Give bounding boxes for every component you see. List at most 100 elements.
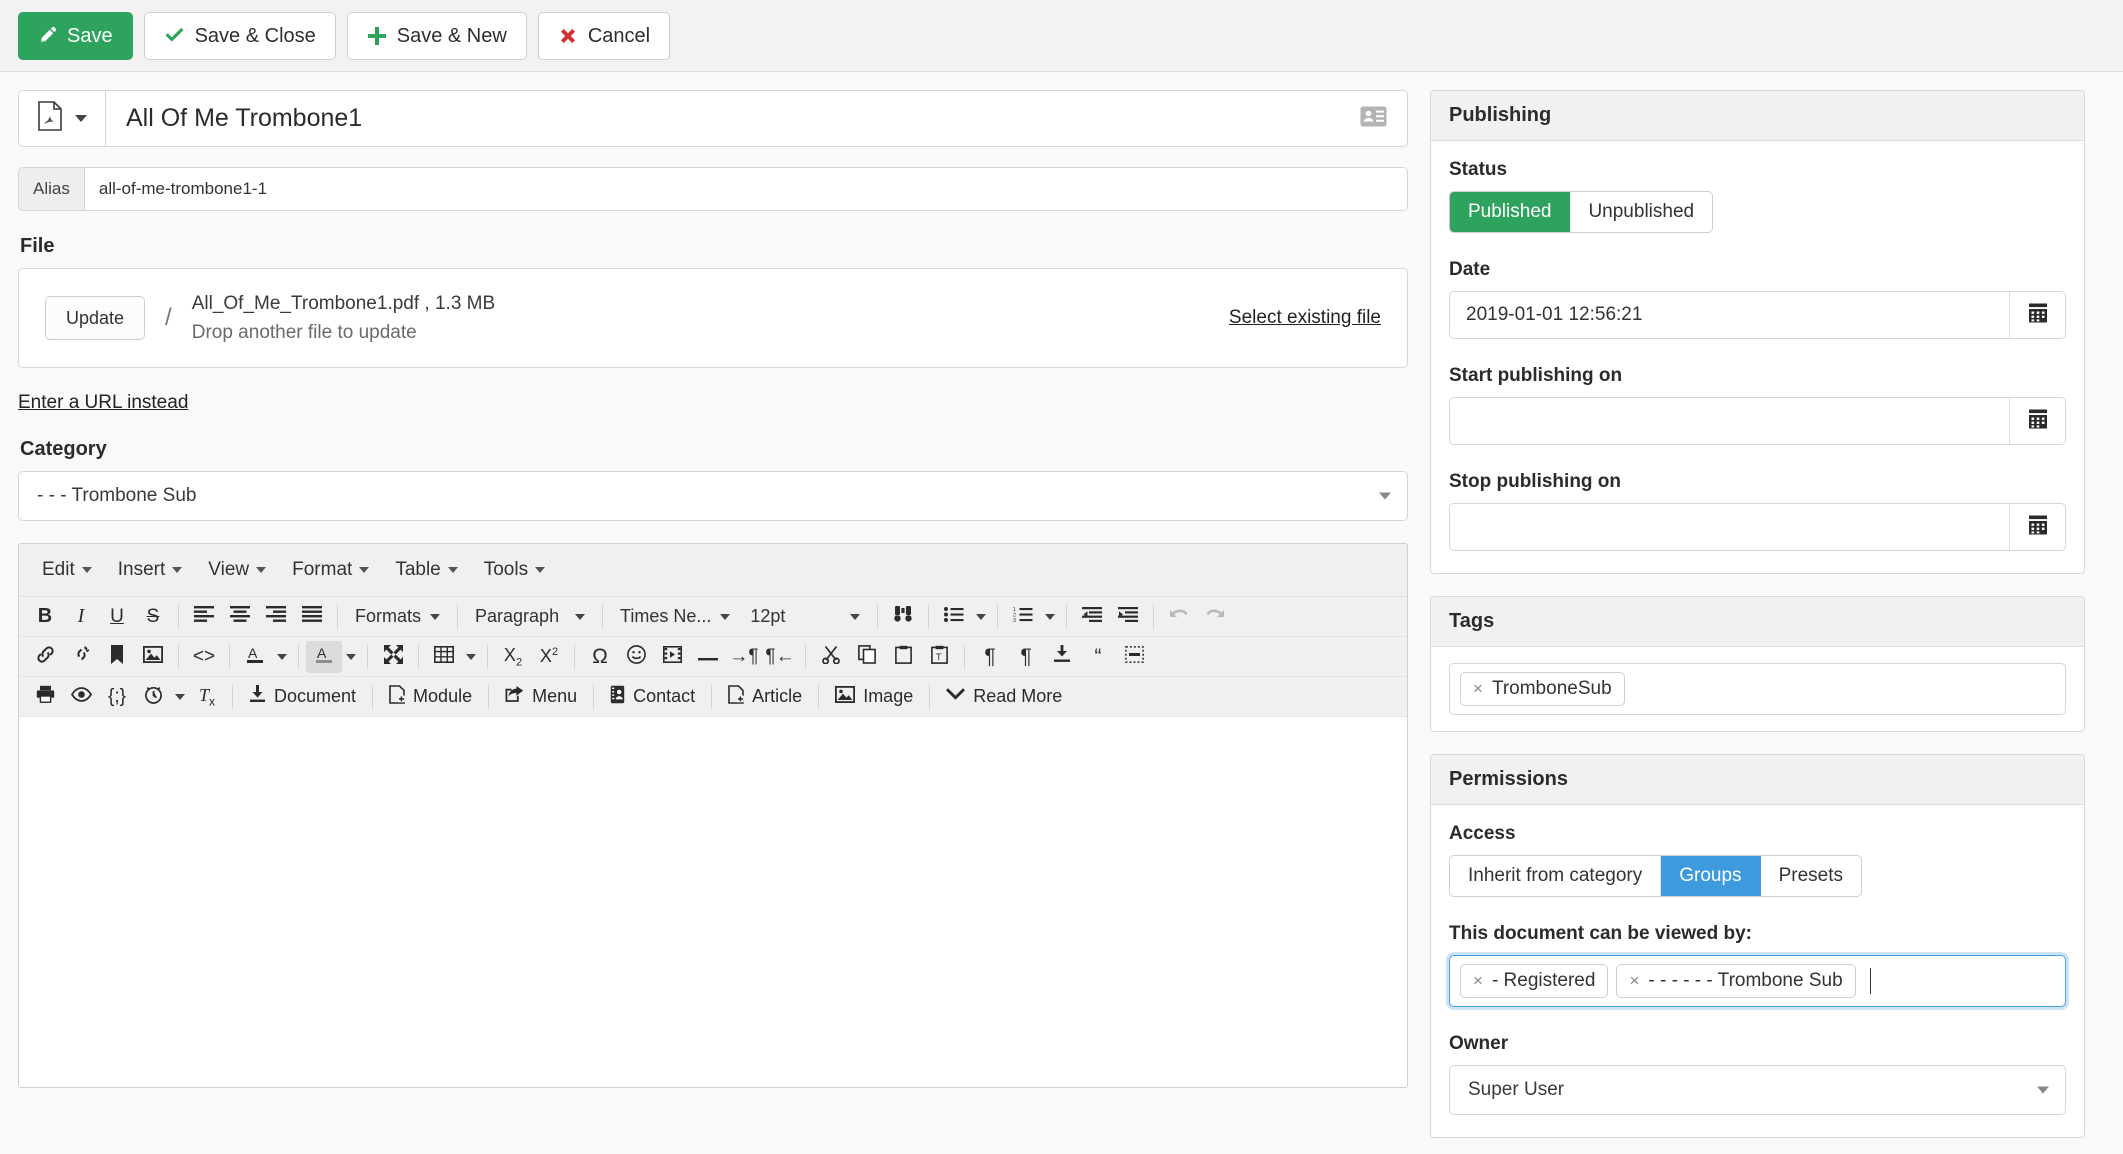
insert-template-button[interactable] bbox=[1044, 641, 1080, 673]
indent-button[interactable] bbox=[1110, 601, 1146, 633]
insert-table-button[interactable] bbox=[426, 641, 462, 673]
viewers-input-box[interactable]: × - Registered × - - - - - - Trombone Su… bbox=[1449, 955, 2066, 1007]
insert-document-button[interactable]: Document bbox=[240, 681, 365, 713]
cancel-button[interactable]: Cancel bbox=[537, 11, 671, 60]
date-input[interactable] bbox=[1450, 292, 2009, 338]
insert-link-button[interactable] bbox=[27, 641, 63, 673]
menu-edit[interactable]: Edit bbox=[29, 553, 105, 587]
preview-button[interactable] bbox=[63, 681, 99, 713]
underline-button[interactable]: U bbox=[99, 601, 135, 633]
remove-viewer-icon[interactable]: × bbox=[1473, 971, 1483, 991]
undo-button[interactable] bbox=[1161, 601, 1197, 633]
numbered-list-options-button[interactable] bbox=[1041, 601, 1059, 633]
anchor-button[interactable] bbox=[99, 641, 135, 673]
unlink-button[interactable] bbox=[63, 641, 99, 673]
outdent-button[interactable] bbox=[1074, 601, 1110, 633]
paste-button[interactable] bbox=[885, 641, 921, 673]
bullet-list-options-button[interactable] bbox=[972, 601, 990, 633]
ltr-button[interactable]: →¶ bbox=[726, 641, 762, 673]
emoticon-button[interactable] bbox=[618, 641, 654, 673]
tag-token[interactable]: × TromboneSub bbox=[1460, 672, 1625, 706]
strikethrough-button[interactable]: S bbox=[135, 601, 171, 633]
insert-read-more-button[interactable]: Read More bbox=[937, 681, 1071, 713]
file-type-selector[interactable] bbox=[19, 91, 106, 146]
remove-tag-icon[interactable]: × bbox=[1473, 679, 1483, 699]
access-option-inherit[interactable]: Inherit from category bbox=[1450, 856, 1662, 896]
remove-format-button[interactable]: Tx bbox=[189, 681, 225, 713]
background-color-options-button[interactable] bbox=[342, 641, 360, 673]
save-button[interactable]: Save bbox=[18, 11, 133, 60]
status-option-unpublished[interactable]: Unpublished bbox=[1570, 192, 1712, 232]
insert-snippet-button[interactable]: {;} bbox=[99, 681, 135, 713]
horizontal-rule-button[interactable] bbox=[690, 641, 726, 673]
select-existing-file-link[interactable]: Select existing file bbox=[1229, 307, 1381, 329]
remove-viewer-icon[interactable]: × bbox=[1629, 971, 1639, 991]
formats-dropdown[interactable]: Formats bbox=[345, 601, 450, 633]
cut-button[interactable] bbox=[813, 641, 849, 673]
menu-table[interactable]: Table bbox=[382, 553, 470, 587]
category-select[interactable]: - - - Trombone Sub bbox=[18, 471, 1408, 521]
text-color-button[interactable]: A bbox=[237, 641, 273, 673]
rtl-button[interactable]: ¶← bbox=[762, 641, 798, 673]
search-replace-button[interactable] bbox=[885, 601, 921, 633]
stop-publishing-calendar-button[interactable] bbox=[2009, 504, 2065, 550]
insert-image-named-button[interactable]: Image bbox=[826, 681, 922, 713]
align-left-button[interactable] bbox=[186, 601, 222, 633]
align-right-button[interactable] bbox=[258, 601, 294, 633]
special-character-button[interactable]: Ω bbox=[582, 641, 618, 673]
contact-card-button[interactable] bbox=[1340, 91, 1407, 146]
numbered-list-button[interactable]: 123 bbox=[1005, 601, 1041, 633]
start-publishing-calendar-button[interactable] bbox=[2009, 398, 2065, 444]
fullscreen-button[interactable] bbox=[375, 641, 411, 673]
print-button[interactable] bbox=[27, 681, 63, 713]
italic-button[interactable]: I bbox=[63, 601, 99, 633]
paste-as-text-button[interactable]: T bbox=[921, 641, 957, 673]
bullet-list-button[interactable] bbox=[936, 601, 972, 633]
nonbreaking-button[interactable] bbox=[1116, 641, 1152, 673]
insert-module-button[interactable]: Module bbox=[380, 681, 481, 713]
start-publishing-input[interactable] bbox=[1450, 398, 2009, 444]
menu-view[interactable]: View bbox=[195, 553, 279, 587]
show-blocks-button[interactable]: ¶ bbox=[972, 641, 1008, 673]
text-color-options-button[interactable] bbox=[273, 641, 291, 673]
source-code-button[interactable]: <> bbox=[186, 641, 222, 673]
menu-tools[interactable]: Tools bbox=[471, 553, 558, 587]
editor-content-area[interactable] bbox=[19, 717, 1407, 1087]
enter-url-instead-link[interactable]: Enter a URL instead bbox=[18, 392, 188, 414]
font-family-dropdown[interactable]: Times Ne... bbox=[610, 601, 740, 633]
align-center-button[interactable] bbox=[222, 601, 258, 633]
copy-button[interactable] bbox=[849, 641, 885, 673]
update-file-button[interactable]: Update bbox=[45, 296, 146, 340]
blockquote-button[interactable]: “ bbox=[1080, 641, 1116, 673]
datetime-options-button[interactable] bbox=[171, 681, 189, 713]
stop-publishing-input[interactable] bbox=[1450, 504, 2009, 550]
save-and-new-button[interactable]: Save & New bbox=[346, 11, 527, 60]
menu-format[interactable]: Format bbox=[279, 553, 382, 587]
status-option-published[interactable]: Published bbox=[1450, 192, 1571, 232]
save-and-close-button[interactable]: Save & Close bbox=[143, 11, 336, 60]
insert-image-button[interactable] bbox=[135, 641, 171, 673]
show-invisible-chars-button[interactable]: ¶ bbox=[1008, 641, 1044, 673]
access-option-presets[interactable]: Presets bbox=[1761, 856, 1861, 896]
insert-contact-button[interactable]: Contact bbox=[601, 681, 704, 713]
access-option-groups[interactable]: Groups bbox=[1661, 856, 1761, 896]
alias-input[interactable] bbox=[84, 168, 1407, 210]
insert-article-button[interactable]: Article bbox=[719, 681, 811, 713]
insert-menu-button[interactable]: Menu bbox=[496, 681, 586, 713]
viewer-token[interactable]: × - - - - - - Trombone Sub bbox=[1616, 964, 1856, 998]
table-options-button[interactable] bbox=[462, 641, 480, 673]
redo-button[interactable] bbox=[1197, 601, 1233, 633]
font-size-dropdown[interactable]: 12pt bbox=[740, 601, 870, 633]
block-format-dropdown[interactable]: Paragraph bbox=[465, 601, 595, 633]
tags-input-box[interactable]: × TromboneSub bbox=[1449, 663, 2066, 715]
insert-media-button[interactable] bbox=[654, 641, 690, 673]
subscript-button[interactable]: X2 bbox=[495, 641, 531, 673]
viewer-token[interactable]: × - Registered bbox=[1460, 964, 1609, 998]
insert-datetime-button[interactable] bbox=[135, 681, 171, 713]
background-color-button[interactable]: A bbox=[306, 640, 342, 673]
superscript-button[interactable]: X2 bbox=[531, 641, 567, 673]
file-dropzone[interactable]: Update / All_Of_Me_Trombone1.pdf , 1.3 M… bbox=[18, 268, 1408, 368]
date-calendar-button[interactable] bbox=[2009, 292, 2065, 338]
owner-select[interactable]: Super User bbox=[1449, 1065, 2066, 1115]
menu-insert[interactable]: Insert bbox=[105, 553, 196, 587]
